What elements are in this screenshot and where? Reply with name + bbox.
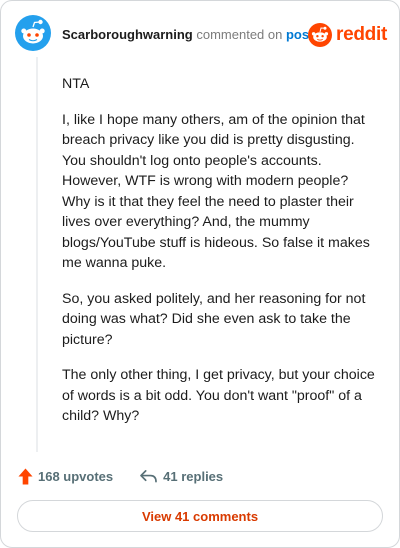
thread-line <box>36 57 38 452</box>
view-comments-button[interactable]: View 41 comments <box>17 500 383 532</box>
comment-paragraph: So, you asked politely, and her reasonin… <box>62 290 366 348</box>
upvote-button[interactable]: 168 upvotes <box>18 468 113 485</box>
comment-paragraph: NTA <box>62 76 90 92</box>
replies-count: 41 replies <box>163 468 224 484</box>
comment-paragraph: The only other thing, I get privacy, but… <box>62 367 375 424</box>
upvote-count: 168 upvotes <box>38 468 114 484</box>
reply-arrow-icon <box>140 469 157 482</box>
comment-username[interactable]: Scarboroughwarning <box>62 27 193 42</box>
replies-button[interactable]: 41 replies <box>139 469 223 484</box>
comment-body: NTA I, like I hope many others, am of th… <box>62 74 380 442</box>
snoo-avatar-icon[interactable] <box>15 15 51 51</box>
reddit-wordmark: reddit <box>336 24 387 45</box>
comment-actions: 168 upvotes 41 replies <box>18 465 223 487</box>
comment-header: Scarboroughwarning commented on post red… <box>15 15 387 55</box>
comment-action-text: commented on <box>196 27 283 42</box>
reddit-logo-icon <box>308 23 333 47</box>
upvote-arrow-icon <box>18 468 33 484</box>
comment-paragraph: I, like I hope many others, am of the op… <box>62 111 370 272</box>
comment-card: Scarboroughwarning commented on post red… <box>0 0 400 548</box>
comment-byline: Scarboroughwarning commented on post <box>62 27 313 42</box>
reddit-brand[interactable]: reddit <box>308 22 387 48</box>
